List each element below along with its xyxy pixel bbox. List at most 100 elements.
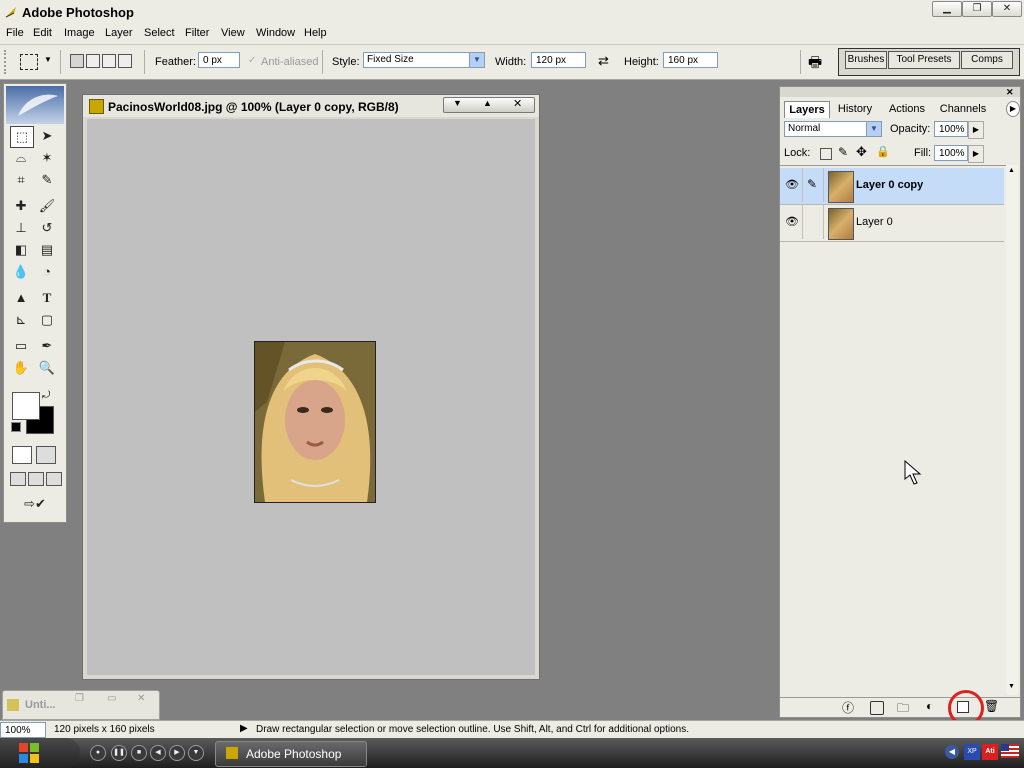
notes-tool-icon[interactable]: ▭	[10, 336, 32, 356]
tab-actions[interactable]: Actions	[884, 101, 930, 117]
link-toggle[interactable]: ✎	[803, 168, 824, 202]
magic-wand-tool-icon[interactable]: ✶	[36, 148, 58, 168]
swap-width-height-icon[interactable]: ⇄	[598, 53, 609, 69]
layer-row[interactable]: 👁 Layer 0	[780, 205, 1004, 242]
photo-canvas[interactable]	[254, 341, 376, 503]
eraser-tool-icon[interactable]: ◧	[10, 240, 32, 260]
blur-tool-icon[interactable]: 💧	[10, 262, 32, 282]
media-stop-icon[interactable]: ■	[131, 745, 147, 761]
minimize-button[interactable]: ▁	[932, 1, 962, 17]
tab-history[interactable]: History	[832, 101, 878, 117]
palette-close-icon[interactable]: ✕	[1006, 87, 1014, 98]
brush-tool-icon[interactable]: 🖌	[36, 196, 58, 216]
palette-menu-icon[interactable]: ▶	[1006, 101, 1020, 117]
hand-tool-icon[interactable]: ✋	[10, 358, 32, 378]
comps-tab[interactable]: Comps	[961, 51, 1013, 69]
add-mask-icon[interactable]	[870, 701, 884, 715]
document-title-bar[interactable]: PacinosWorld08.jpg @ 100% (Layer 0 copy,…	[83, 95, 539, 117]
brushes-tab[interactable]: Brushes	[845, 51, 887, 69]
fill-slider-button[interactable]: ▶	[968, 145, 984, 163]
subtract-from-selection-icon[interactable]	[102, 54, 116, 68]
tray-language-flag-icon[interactable]	[1001, 744, 1019, 758]
start-button[interactable]	[0, 738, 80, 768]
scroll-down-icon[interactable]: ▼	[1008, 683, 1015, 690]
tray-ati-icon[interactable]: Ati	[982, 744, 998, 760]
canvas-area[interactable]	[87, 119, 535, 675]
options-grip[interactable]	[4, 50, 12, 74]
menu-file[interactable]: File	[6, 27, 24, 39]
layers-scrollbar[interactable]: ▲ ▼	[1006, 165, 1018, 695]
eyedropper-tool-icon[interactable]: ✒	[36, 336, 58, 356]
close-icon[interactable]: ✕	[137, 693, 145, 704]
chevron-down-icon[interactable]: ▼	[44, 55, 52, 64]
add-to-selection-icon[interactable]	[86, 54, 100, 68]
media-pause-icon[interactable]: ❚❚	[111, 745, 127, 761]
menu-layer[interactable]: Layer	[105, 27, 133, 39]
layer-name[interactable]: Layer 0	[856, 216, 893, 228]
media-menu-icon[interactable]: ▼	[188, 745, 204, 761]
standard-screen-mode-icon[interactable]	[10, 472, 26, 486]
zoom-tool-icon[interactable]: 🔍	[36, 358, 58, 378]
layer-name[interactable]: Layer 0 copy	[856, 179, 923, 191]
taskbar-item-photoshop[interactable]: Adobe Photoshop	[215, 741, 367, 767]
anti-aliased-checkbox[interactable]: ✓	[248, 55, 256, 66]
dodge-tool-icon[interactable]: ◔	[36, 262, 58, 282]
opacity-slider-button[interactable]: ▶	[968, 121, 984, 139]
new-group-icon[interactable]: 🗀	[897, 699, 909, 720]
quick-mask-mode-icon[interactable]	[36, 446, 56, 464]
media-record-icon[interactable]: ●	[90, 745, 106, 761]
crop-tool-icon[interactable]: ⌗	[10, 170, 32, 190]
blend-mode-select[interactable]: Normal ▼	[784, 121, 882, 137]
history-brush-tool-icon[interactable]: ↺	[36, 218, 58, 238]
lock-transparency-icon[interactable]	[820, 148, 832, 160]
clone-stamp-tool-icon[interactable]: ⊥	[10, 218, 32, 238]
tab-layers[interactable]: Layers	[784, 101, 830, 118]
full-screen-mode-icon[interactable]	[46, 472, 62, 486]
media-next-icon[interactable]: ▶	[169, 745, 185, 761]
path-selection-tool-icon[interactable]: ▲	[10, 288, 32, 308]
doc-maximize-icon[interactable]: ▲	[483, 98, 492, 108]
status-arrow-icon[interactable]: ▶	[240, 723, 248, 734]
media-prev-icon[interactable]: ◀	[150, 745, 166, 761]
menu-filter[interactable]: Filter	[185, 27, 209, 39]
intersect-selection-icon[interactable]	[118, 54, 132, 68]
doc-close-icon[interactable]: ✕	[513, 97, 522, 110]
rectangular-marquee-preset-icon[interactable]	[20, 54, 38, 70]
menu-help[interactable]: Help	[304, 27, 327, 39]
opacity-input[interactable]: 100%	[934, 121, 968, 137]
tray-expand-icon[interactable]: ◀	[945, 745, 959, 759]
menu-view[interactable]: View	[221, 27, 245, 39]
menu-edit[interactable]: Edit	[33, 27, 52, 39]
standard-mode-icon[interactable]	[12, 446, 32, 464]
gradient-tool-icon[interactable]: ▤	[36, 240, 58, 260]
link-toggle[interactable]	[803, 205, 824, 239]
doc-minimize-icon[interactable]: ▼	[453, 98, 462, 108]
width-input[interactable]: 120 px	[531, 52, 586, 68]
maximize-icon[interactable]: ▭	[107, 693, 116, 704]
lock-all-icon[interactable]: 🔒	[876, 145, 890, 158]
default-colors-icon[interactable]	[11, 422, 21, 432]
rectangular-marquee-tool-icon[interactable]: ⬚	[10, 126, 34, 148]
visibility-toggle[interactable]: 👁	[782, 205, 803, 239]
style-select[interactable]: Fixed Size ▼	[363, 52, 485, 68]
pen-tool-icon[interactable]: ⊾	[10, 310, 32, 330]
adjustment-layer-icon[interactable]: ◐	[926, 699, 933, 713]
move-tool-icon[interactable]: ➤	[36, 126, 58, 146]
restore-icon[interactable]: ❐	[75, 693, 84, 704]
height-input[interactable]: 160 px	[663, 52, 718, 68]
menu-select[interactable]: Select	[144, 27, 175, 39]
visibility-toggle[interactable]: 👁	[782, 168, 803, 202]
layer-row[interactable]: 👁 ✎ Layer 0 copy	[780, 168, 1004, 205]
menu-window[interactable]: Window	[256, 27, 295, 39]
full-screen-menu-mode-icon[interactable]	[28, 472, 44, 486]
toolbox-header[interactable]	[6, 86, 64, 124]
new-selection-icon[interactable]	[70, 54, 84, 68]
healing-brush-tool-icon[interactable]: ✚	[10, 196, 32, 216]
tool-presets-tab[interactable]: Tool Presets	[888, 51, 960, 69]
lock-image-icon[interactable]: ✎	[838, 145, 848, 159]
trash-icon[interactable]: 🗑	[984, 699, 999, 713]
scroll-up-icon[interactable]: ▲	[1008, 167, 1015, 174]
layer-style-icon[interactable]: ⓕ	[842, 699, 854, 716]
palette-title-bar[interactable]	[780, 87, 1020, 97]
lasso-tool-icon[interactable]: ⌓	[10, 148, 32, 168]
